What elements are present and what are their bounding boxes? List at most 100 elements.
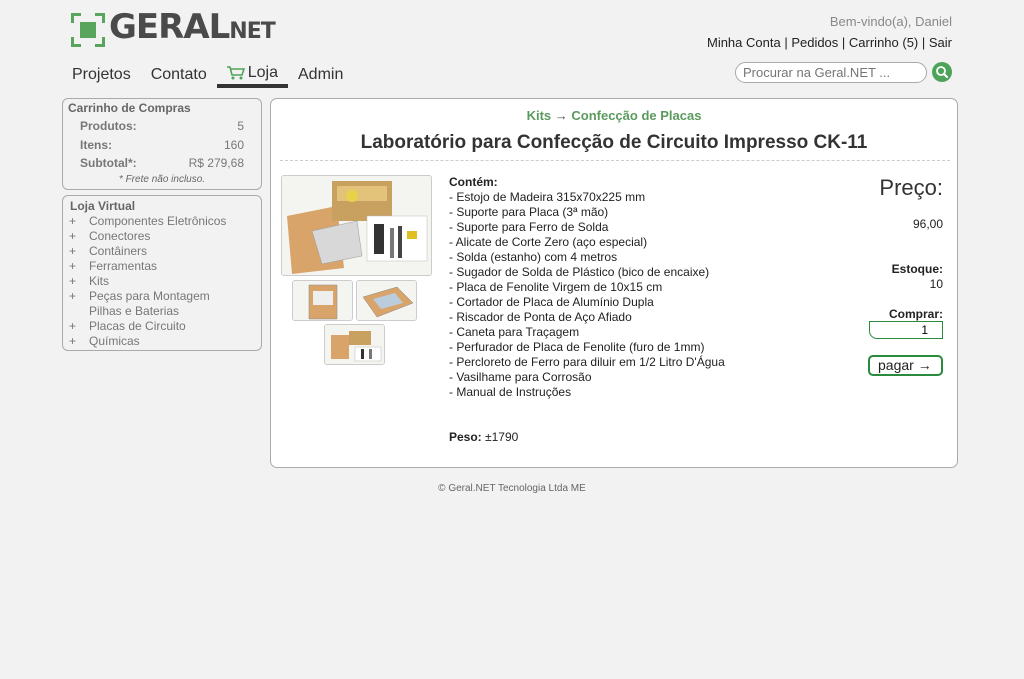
contents-item: - Cortador de Placa de Alumínio Dupla (449, 295, 654, 309)
nav-item-loja[interactable]: Loja (216, 62, 288, 88)
cart-products-row: Produtos: 5 (63, 117, 261, 136)
stock-value: 10 (929, 277, 943, 291)
cart-summary-title: Carrinho de Compras (68, 101, 191, 115)
product-panel: Kits → Confecção de Placas Laboratório p… (270, 98, 958, 468)
footer-copyright: © Geral.NET Tecnologia Ltda ME (438, 483, 586, 494)
product-thumbnail[interactable] (356, 280, 417, 321)
cart-row-value: R$ 279,68 (188, 156, 244, 171)
product-main-image[interactable] (281, 175, 432, 276)
category-item[interactable]: Pilhas e Baterias (69, 303, 261, 318)
main-nav: Projetos Contato Loja Admin (62, 62, 353, 88)
pay-button[interactable]: pagar → (868, 355, 943, 376)
account-links: Minha Conta | Pedidos | Carrinho (5) | S… (707, 35, 952, 50)
store-title: Loja Virtual (70, 199, 136, 213)
cart-row-value: 160 (223, 137, 244, 152)
category-label: Químicas (89, 333, 140, 348)
category-item[interactable]: + Placas de Circuito (69, 318, 261, 333)
weight-value: ±1790 (485, 430, 519, 444)
cart-row-label: Produtos: (80, 119, 137, 134)
nav-item-contato[interactable]: Contato (141, 62, 217, 88)
product-thumbnail[interactable] (324, 324, 385, 365)
contents-item: - Caneta para Traçagem (449, 325, 580, 339)
cart-items-row: Itens: 160 (63, 136, 261, 155)
contents-item: - Vasilhame para Corrosão (449, 370, 592, 384)
link-separator: | (918, 35, 929, 50)
category-item[interactable]: + Conectores (69, 228, 261, 243)
quantity-input[interactable] (869, 321, 943, 339)
search-input[interactable] (735, 62, 927, 83)
category-item[interactable]: + Kits (69, 273, 261, 288)
category-item[interactable]: + Componentes Eletrônicos (69, 213, 261, 228)
category-list: + Componentes Eletrônicos + Conectores + Co… (63, 213, 261, 348)
category-item[interactable]: + Peças para Montagem (69, 288, 261, 303)
expand-plus-icon: + (69, 258, 77, 273)
contents-item: - Suporte para Placa (3ª mão) (449, 205, 609, 219)
cart-row-value: 5 (237, 119, 244, 134)
category-item[interactable]: + Contâiners (69, 243, 261, 258)
welcome-text: Bem-vindo(a), Daniel (829, 14, 952, 29)
product-thumbnail[interactable] (292, 280, 353, 321)
contents-item: - Solda (estanho) com 4 metros (449, 250, 618, 264)
search-button[interactable] (932, 62, 952, 82)
my-account-link[interactable]: Minha Conta (707, 35, 781, 50)
price-value: 96,00 (912, 217, 943, 231)
contents-item: - Percloreto de Ferro para diluir em 1/2… (449, 355, 725, 369)
expand-plus-icon: + (69, 288, 77, 303)
category-item[interactable]: + Ferramentas (69, 258, 261, 273)
breadcrumb: Kits → Confecção de Placas (271, 108, 957, 123)
contents-item: - Alicate de Corte Zero (aço especial) (449, 235, 648, 249)
contents-item: - Sugador de Solda de Plástico (bico de … (449, 265, 710, 279)
site-logo[interactable]: GERALNET (71, 7, 276, 49)
breadcrumb-kits[interactable]: Kits (527, 108, 552, 123)
expand-plus-icon: + (69, 213, 77, 228)
cart-row-label: Subtotal*: (80, 156, 137, 171)
cart-link[interactable]: Carrinho (5) (849, 35, 918, 50)
category-label: Pilhas e Baterias (89, 303, 180, 318)
shopping-cart-icon (226, 65, 245, 80)
category-item[interactable]: + Químicas (69, 333, 261, 348)
expand-plus-icon: + (69, 333, 77, 348)
category-label: Placas de Circuito (89, 318, 186, 333)
nav-item-label: Loja (247, 63, 278, 81)
logo-icon (71, 12, 105, 47)
nav-item-projetos[interactable]: Projetos (62, 62, 141, 88)
contents-item: - Placa de Fenolite Virgem de 10x15 cm (449, 280, 663, 294)
expand-plus-icon: + (69, 243, 77, 258)
contents-item: - Riscador de Ponta de Aço Afiado (449, 310, 632, 324)
product-description: Contém: - Estojo de Madeira 315x70x225 m… (449, 175, 725, 400)
product-title: Laboratório para Confecção de Circuito I… (360, 132, 868, 153)
product-weight: Peso: ±1790 (449, 430, 518, 444)
expand-plus-icon: + (69, 228, 77, 243)
shipping-note: * Frete não incluso. (118, 173, 206, 185)
logout-link[interactable]: Sair (929, 35, 952, 50)
breadcrumb-category[interactable]: Confecção de Placas (571, 108, 701, 123)
link-separator: | (838, 35, 849, 50)
weight-label: Peso: (449, 430, 482, 444)
cart-subtotal-row: Subtotal*: R$ 279,68 (63, 154, 261, 173)
cart-summary-panel: Carrinho de Compras Produtos: 5 Itens: 160… (62, 98, 262, 190)
logo-text: GERALNET (109, 7, 276, 47)
store-categories-panel: Loja Virtual + Componentes Eletrônicos + C… (62, 195, 262, 351)
cart-row-label: Itens: (80, 137, 113, 152)
category-label: Ferramentas (89, 258, 158, 273)
category-label: Componentes Eletrônicos (89, 213, 227, 228)
contents-heading: Contém: (449, 175, 498, 189)
category-label: Kits (89, 273, 110, 288)
contents-item: - Perfurador de Placa de Fenolite (furo … (449, 340, 705, 354)
contents-item: - Estojo de Madeira 315x70x225 mm (449, 190, 646, 204)
expand-plus-icon: + (69, 318, 77, 333)
category-label: Peças para Montagem (89, 288, 210, 303)
category-label: Conectores (89, 228, 151, 243)
category-label: Contâiners (89, 243, 148, 258)
expand-plus-icon: + (69, 273, 77, 288)
search-icon (936, 66, 949, 79)
orders-link[interactable]: Pedidos (791, 35, 838, 50)
contents-item: - Suporte para Ferro de Solda (449, 220, 609, 234)
buy-label: Comprar: (888, 307, 943, 321)
breadcrumb-arrow-icon: → (554, 108, 568, 123)
stock-label: Estoque: (891, 262, 943, 276)
contents-item: - Manual de Instruções (449, 385, 572, 399)
link-separator: | (780, 35, 792, 50)
nav-item-admin[interactable]: Admin (288, 62, 353, 88)
price-label: Preço: (879, 175, 943, 200)
